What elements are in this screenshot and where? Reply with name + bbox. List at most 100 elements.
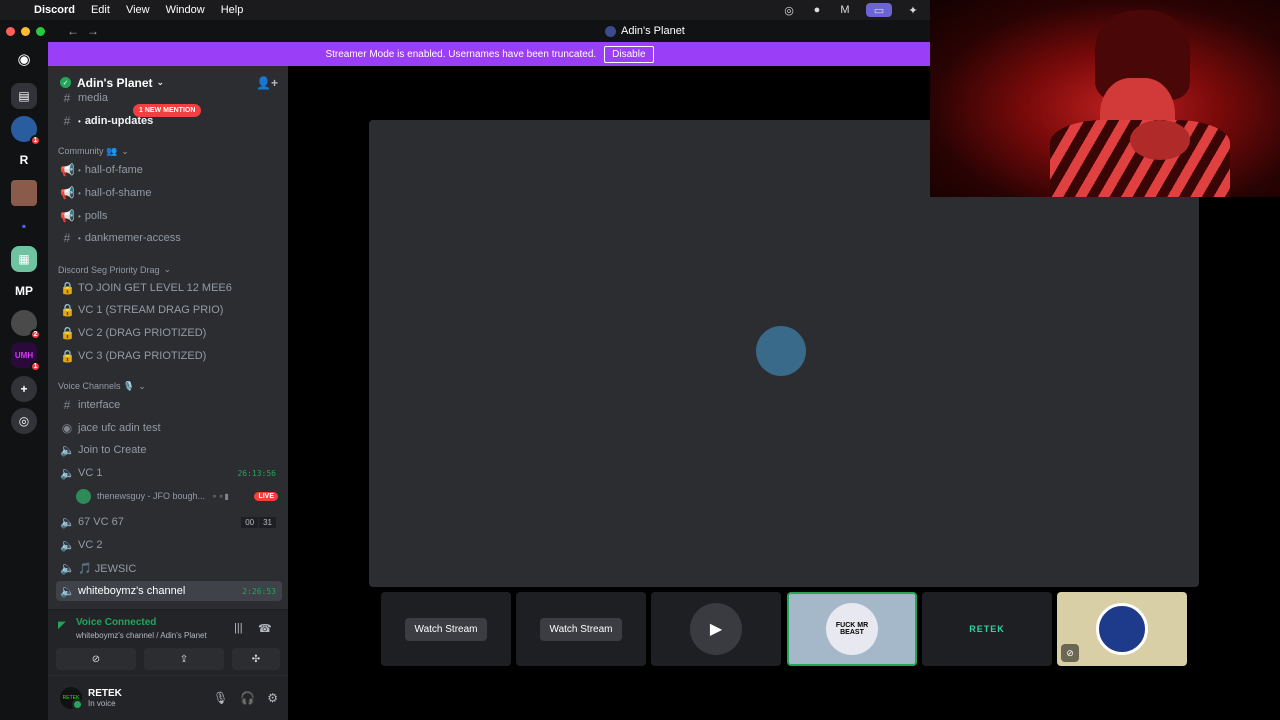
screen-share-icon[interactable]: ▭: [866, 3, 892, 17]
server-umh[interactable]: UMH 1: [11, 342, 41, 372]
channel-label: media: [78, 92, 108, 104]
participant-tile-horse[interactable]: ⊘: [1057, 592, 1187, 666]
discover-icon[interactable]: ◎: [11, 408, 37, 434]
activities-button[interactable]: ✣: [232, 648, 280, 670]
server-rail: ◉ ▤ 1 R ▪ ▦ MP 2 UMH 1 + ◎: [0, 42, 48, 720]
webcam-mic-shape: [1130, 120, 1190, 160]
new-mention-pill[interactable]: 1 NEW MENTION: [133, 104, 202, 117]
macos-menu-bar: Discord Edit View Window Help ◎ ● M ▭ ✦: [0, 0, 930, 20]
megaphone-icon: 📢: [60, 186, 75, 200]
participant-tile-retek[interactable]: RETEK: [922, 592, 1052, 666]
server-adins-planet[interactable]: 1: [11, 116, 41, 146]
window-title: Adin's Planet: [605, 25, 685, 37]
close-window-button[interactable]: [6, 26, 15, 36]
discord-home-icon[interactable]: ◉: [11, 46, 37, 72]
add-server-icon[interactable]: +: [11, 376, 37, 402]
channel-polls[interactable]: 📢 • polls: [56, 206, 282, 226]
watch-stream-button[interactable]: Watch Stream: [539, 617, 623, 641]
disconnect-icon[interactable]: ☎: [258, 622, 272, 635]
record-icon[interactable]: ●: [810, 3, 824, 17]
channel-vc2-drag[interactable]: 🔒 VC 2 (DRAG PRIOTIZED): [56, 323, 282, 343]
stream-tile-2[interactable]: Watch Stream: [516, 592, 646, 666]
channel-whiteboymz[interactable]: 🔈 whiteboymz's channel 2:26:53: [56, 581, 282, 601]
voice-status[interactable]: Voice Connected: [76, 617, 156, 628]
folder-icon[interactable]: ▪: [11, 213, 37, 239]
channel-label: VC 1 (STREAM DRAG PRIO): [78, 304, 224, 316]
menu-app-name[interactable]: Discord: [34, 4, 75, 16]
user-info[interactable]: RETEK In voice: [82, 688, 122, 708]
banner-text: Streamer Mode is enabled. Usernames have…: [325, 48, 597, 60]
participant-tile-selected[interactable]: FUCK MR BEAST: [787, 592, 917, 666]
dot: •: [78, 188, 81, 198]
hash-icon: #: [63, 231, 71, 245]
category-community[interactable]: Community 👥 ⌄: [58, 146, 129, 157]
channel-sidebar: ✓ Adin's Planet ⌄ 👤+ # media # • adin-updat…: [48, 66, 288, 720]
signal-icon[interactable]: ◤: [58, 620, 66, 631]
zoom-window-button[interactable]: [36, 26, 45, 36]
server-green[interactable]: ▦: [11, 246, 37, 272]
nav-arrows-icon[interactable]: ←→: [67, 24, 107, 38]
avatar[interactable]: RETEK: [60, 687, 83, 710]
channel-jace-ufc[interactable]: ◉ jace ufc adin test: [56, 418, 282, 438]
channel-vc1[interactable]: 🔈 VC 1 26:13:56: [56, 463, 282, 483]
server-r[interactable]: R: [11, 147, 37, 173]
channel-hall-of-shame[interactable]: 📢 • hall-of-shame: [56, 183, 282, 203]
menu-edit[interactable]: Edit: [91, 4, 110, 16]
apple-icon[interactable]: [12, 3, 26, 17]
channel-hall-of-fame[interactable]: 📢 • hall-of-fame: [56, 160, 282, 180]
window-title-bar: ←→ Adin's Planet: [0, 20, 930, 42]
category-discord-seg-priority-drag[interactable]: Discord Seg Priority Drag ⌄: [58, 264, 171, 275]
inbox-icon[interactable]: ▤: [11, 83, 37, 109]
screen-share-button[interactable]: ⇪: [144, 648, 224, 670]
channel-interface[interactable]: # interface: [56, 395, 282, 415]
channel-dankmemer-access[interactable]: # • dankmemer-access: [56, 228, 282, 248]
speaker-icon: 🔈: [60, 443, 75, 457]
hash-icon: #: [63, 398, 71, 412]
server-mp[interactable]: MP: [11, 278, 37, 304]
speaker-icon: 🔈: [60, 466, 75, 480]
guild-name: Adin's Planet: [77, 75, 153, 90]
hash-icon: #: [63, 114, 71, 128]
menu-view[interactable]: View: [126, 4, 150, 16]
voice-user-thenewsguy[interactable]: thenewsguy - JFO bough... ⚬⚬▮ LIVE: [76, 486, 282, 506]
video-camera-icon: ▶: [690, 603, 742, 655]
channel-media[interactable]: # media: [56, 92, 282, 104]
watch-stream-button[interactable]: Watch Stream: [404, 617, 488, 641]
vc-timer: 2:26:53: [242, 586, 276, 596]
channel-vc1-stream[interactable]: 🔒 VC 1 (STREAM DRAG PRIO): [56, 300, 282, 320]
menu-help[interactable]: Help: [221, 4, 244, 16]
headphones-icon[interactable]: 🎧: [240, 691, 255, 705]
channel-label: jace ufc adin test: [78, 422, 161, 434]
disable-streamer-mode-button[interactable]: Disable: [604, 45, 654, 63]
live-badge: LIVE: [254, 491, 278, 501]
gear-icon[interactable]: ⚙: [267, 691, 278, 705]
channel-label: VC 2 (DRAG PRIOTIZED): [78, 327, 207, 339]
channel-vc3-drag[interactable]: 🔒 VC 3 (DRAG PRIOTIZED): [56, 346, 282, 366]
channel-vc2[interactable]: 🔈 VC 2: [56, 535, 282, 555]
category-voice-channels[interactable]: Voice Channels 🎙️ ⌄: [58, 381, 146, 392]
server-pixel[interactable]: [11, 180, 37, 206]
channel-jewsic[interactable]: 🔈 🎵 JEWSIC: [56, 558, 282, 578]
invite-user-icon[interactable]: 👤+: [256, 76, 278, 90]
logo-m-icon[interactable]: M: [838, 3, 852, 17]
sparkle-icon[interactable]: ✦: [906, 3, 920, 17]
count-a: 00: [241, 516, 259, 528]
camera-off-button[interactable]: ⊘: [56, 648, 136, 670]
channel-join-to-create[interactable]: 🔈 Join to Create: [56, 440, 282, 460]
channel-vc67[interactable]: 🔈 67 VC 67 00 31: [56, 512, 282, 532]
retek-logo: RETEK: [969, 624, 1005, 634]
server-photo[interactable]: 2: [11, 310, 41, 340]
horse-avatar: [1096, 603, 1148, 655]
streamer-mode-banner: Streamer Mode is enabled. Usernames have…: [48, 42, 931, 66]
microphone-icon[interactable]: 🎙: [213, 691, 228, 705]
noise-suppression-icon[interactable]: |||: [234, 622, 243, 634]
speaker-icon: 🔈: [60, 584, 75, 598]
minimize-window-button[interactable]: [21, 26, 30, 36]
menu-window[interactable]: Window: [166, 4, 205, 16]
activity-icon[interactable]: ◎: [782, 3, 796, 17]
chevron-down-icon: ⌄: [163, 264, 172, 274]
channel-join-level[interactable]: 🔒 TO JOIN GET LEVEL 12 MEE6: [56, 278, 282, 298]
camera-tile[interactable]: ▶: [651, 592, 781, 666]
participant-avatar: [756, 326, 806, 376]
stream-tile-1[interactable]: Watch Stream: [381, 592, 511, 666]
